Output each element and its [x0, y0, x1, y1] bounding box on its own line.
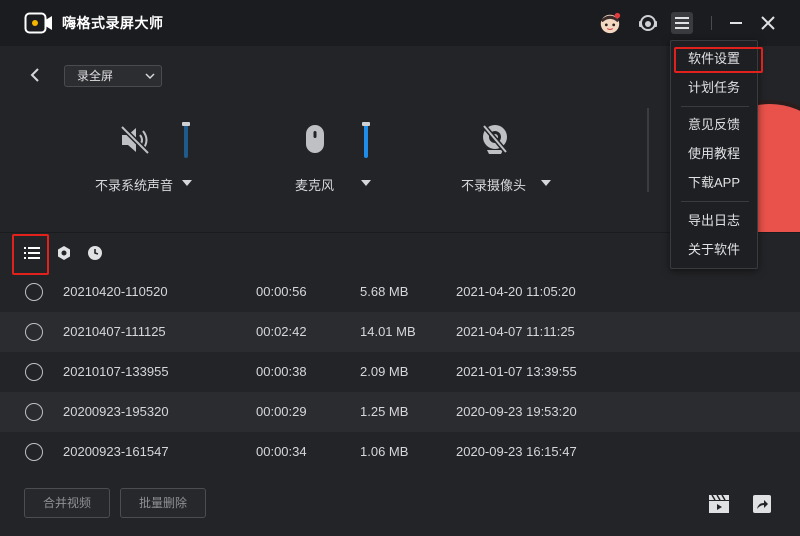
file-size: 5.68 MB: [360, 284, 409, 299]
file-duration: 00:00:34: [256, 444, 307, 459]
file-date: 2021-01-07 13:39:55: [456, 364, 577, 379]
menu-item-scheduled-tasks[interactable]: 计划任务: [671, 75, 757, 101]
clock-icon: [88, 246, 102, 260]
close-icon: [761, 16, 775, 30]
bottom-action-bar: 合并视频 批量删除: [0, 472, 800, 536]
microphone-icon[interactable]: [297, 122, 333, 158]
mic-volume-knob[interactable]: [362, 122, 370, 126]
file-size: 1.06 MB: [360, 444, 409, 459]
audio-source-label[interactable]: 不录系统声音: [95, 175, 173, 194]
schedule-view-button[interactable]: [82, 240, 108, 266]
hexagon-gear-icon: [58, 246, 70, 260]
batch-delete-button[interactable]: 批量删除: [120, 488, 206, 518]
mic-dropdown-icon[interactable]: [361, 180, 371, 186]
share-icon[interactable]: [750, 492, 774, 516]
table-row[interactable]: 20210420-110520 00:00:56 5.68 MB 2021-04…: [0, 272, 800, 312]
file-name: 20210407-111125: [63, 324, 166, 339]
menu-item-tutorial[interactable]: 使用教程: [671, 141, 757, 167]
hamburger-icon: [675, 17, 689, 29]
file-date: 2020-09-23 19:53:20: [456, 404, 577, 419]
app-logo-icon: [24, 12, 54, 34]
recording-list: 20210420-110520 00:00:56 5.68 MB 2021-04…: [0, 272, 800, 472]
table-row[interactable]: 20210407-111125 00:02:42 14.01 MB 2021-0…: [0, 312, 800, 352]
record-mode-select[interactable]: 录全屏: [64, 65, 162, 87]
mic-volume-slider[interactable]: [364, 122, 368, 158]
main-menu-dropdown: 软件设置 计划任务 意见反馈 使用教程 下载APP 导出日志 关于软件: [670, 40, 763, 269]
menu-item-download-app[interactable]: 下载APP: [671, 170, 757, 196]
user-avatar-icon[interactable]: [598, 11, 622, 35]
record-mode-value: 录全屏: [77, 69, 114, 83]
minimize-icon: [730, 22, 742, 24]
title-bar-divider: [711, 16, 712, 30]
audio-volume-slider[interactable]: [184, 122, 188, 158]
file-date: 2021-04-20 11:05:20: [456, 284, 576, 299]
file-duration: 00:00:56: [256, 284, 307, 299]
record-divider: [647, 108, 649, 192]
row-select-radio[interactable]: [25, 323, 43, 341]
menu-divider: [681, 106, 749, 107]
minimize-button[interactable]: [726, 13, 746, 33]
support-headset-icon[interactable]: [636, 11, 660, 35]
file-size: 1.25 MB: [360, 404, 409, 419]
row-select-radio[interactable]: [25, 443, 43, 461]
file-date: 2020-09-23 16:15:47: [456, 444, 577, 459]
chevron-down-icon: [145, 73, 155, 80]
file-name: 20210107-133955: [63, 364, 169, 379]
mic-source-label[interactable]: 麦克风: [295, 175, 334, 194]
table-row[interactable]: 20210107-133955 00:00:38 2.09 MB 2021-01…: [0, 352, 800, 392]
file-name: 20210420-110520: [63, 284, 168, 299]
menu-item-feedback[interactable]: 意见反馈: [671, 112, 757, 138]
table-row[interactable]: 20200923-195320 00:00:29 1.25 MB 2020-09…: [0, 392, 800, 432]
menu-item-about[interactable]: 关于软件: [671, 237, 757, 263]
file-size: 14.01 MB: [360, 324, 416, 339]
row-select-radio[interactable]: [25, 403, 43, 421]
merge-videos-button[interactable]: 合并视频: [24, 488, 110, 518]
file-duration: 00:00:29: [256, 404, 307, 419]
row-select-radio[interactable]: [25, 283, 43, 301]
menu-divider: [681, 201, 749, 202]
video-editor-clapper-icon[interactable]: [707, 492, 731, 516]
camera-dropdown-icon[interactable]: [541, 180, 551, 186]
list-view-highlight: [12, 234, 49, 275]
file-duration: 00:02:42: [256, 324, 307, 339]
back-button[interactable]: [24, 64, 46, 86]
close-button[interactable]: [758, 13, 778, 33]
app-title: 嗨格式录屏大师: [62, 15, 164, 31]
software-settings-highlight: [674, 47, 763, 73]
settings-view-button[interactable]: [51, 240, 77, 266]
speaker-muted-icon[interactable]: [117, 122, 153, 158]
file-name: 20200923-161547: [63, 444, 169, 459]
audio-dropdown-icon[interactable]: [182, 180, 192, 186]
file-size: 2.09 MB: [360, 364, 409, 379]
main-menu-button[interactable]: [671, 12, 693, 34]
row-select-radio[interactable]: [25, 363, 43, 381]
file-name: 20200923-195320: [63, 404, 169, 419]
menu-item-export-logs[interactable]: 导出日志: [671, 208, 757, 234]
chevron-left-icon: [30, 68, 39, 82]
audio-volume-knob[interactable]: [182, 122, 190, 126]
file-duration: 00:00:38: [256, 364, 307, 379]
camera-off-icon[interactable]: [477, 122, 513, 158]
file-date: 2021-04-07 11:11:25: [456, 324, 575, 339]
camera-source-label[interactable]: 不录摄像头: [461, 175, 526, 194]
table-row[interactable]: 20200923-161547 00:00:34 1.06 MB 2020-09…: [0, 432, 800, 472]
